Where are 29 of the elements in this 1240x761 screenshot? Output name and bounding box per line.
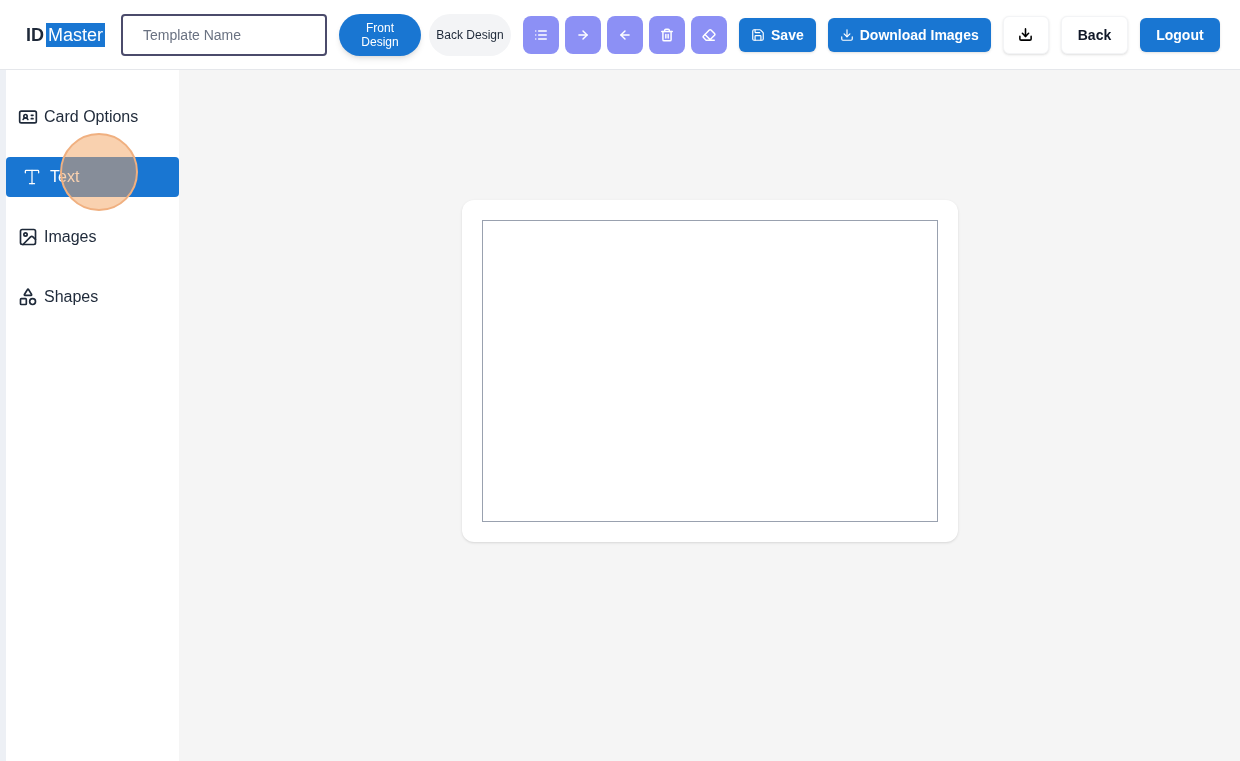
- download-icon: [1018, 27, 1034, 42]
- logout-button[interactable]: Logout: [1140, 17, 1220, 52]
- id-card-icon: [18, 107, 38, 127]
- tool-button[interactable]: [649, 15, 685, 54]
- template-name-field[interactable]: Template Name: [121, 13, 327, 56]
- tool-button[interactable]: [523, 15, 559, 54]
- save-button[interactable]: Save: [739, 17, 816, 52]
- logo-highlight: Master: [46, 22, 105, 47]
- sidebar-item[interactable]: Card Options: [6, 97, 179, 137]
- image-icon: [18, 227, 38, 247]
- design-tab[interactable]: Back Design: [429, 13, 511, 56]
- eraser-icon: [702, 27, 716, 42]
- shapes-icon: [18, 287, 38, 307]
- trash-icon: [660, 27, 674, 42]
- arrow-right-icon: [576, 27, 590, 42]
- tool-button[interactable]: [565, 15, 601, 54]
- download-images-button[interactable]: Download Images: [827, 17, 991, 52]
- arrow-left-icon: [618, 27, 632, 42]
- tool-button[interactable]: [691, 15, 727, 54]
- download-button[interactable]: [1002, 15, 1049, 54]
- sidebar-item[interactable]: Images: [6, 217, 179, 257]
- list-icon: [534, 27, 548, 42]
- tool-button[interactable]: [607, 15, 643, 54]
- download-icon: [839, 27, 854, 42]
- back-button[interactable]: Back: [1060, 15, 1129, 54]
- sidebar-item[interactable]: Shapes: [6, 277, 179, 317]
- letter-t-icon: [22, 167, 42, 187]
- design-tab[interactable]: Front Design: [339, 13, 421, 56]
- logo-prefix: ID: [26, 23, 44, 47]
